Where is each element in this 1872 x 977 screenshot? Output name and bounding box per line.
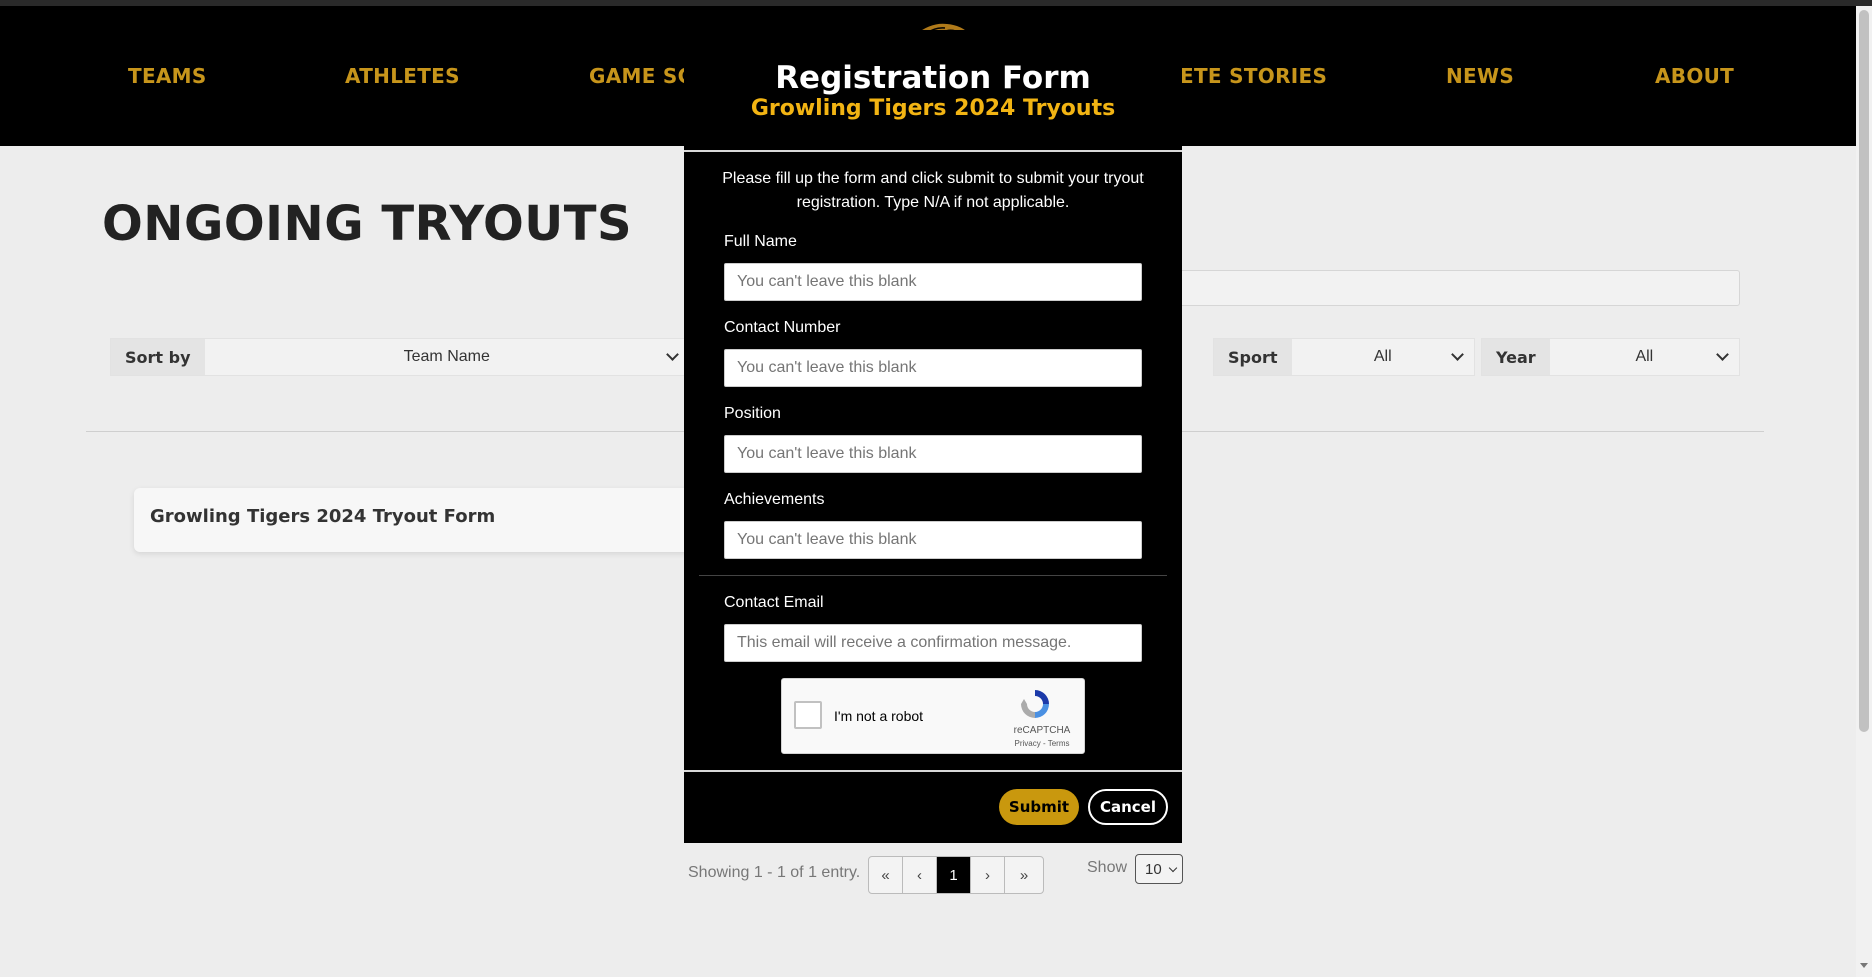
nav-item-athletes[interactable]: ATHLETES: [345, 64, 460, 88]
last-page-button[interactable]: »: [1005, 857, 1043, 893]
full-name-input[interactable]: [724, 263, 1142, 301]
contact-email-input[interactable]: [724, 624, 1142, 662]
sport-filter: Sport All: [1213, 338, 1475, 376]
recaptcha-label: I'm not a robot: [834, 708, 924, 724]
sort-filter-label: Sort by: [111, 339, 205, 375]
submit-button[interactable]: Submit: [999, 789, 1079, 825]
prev-page-button[interactable]: ‹: [903, 857, 937, 893]
achievements-input[interactable]: [724, 521, 1142, 559]
pagination-info: Showing 1 - 1 of 1 entry.: [688, 864, 861, 881]
modal-subtitle: Growling Tigers 2024 Tryouts: [750, 96, 1116, 121]
sport-select[interactable]: All: [1292, 339, 1474, 375]
recaptcha-widget: I'm not a robot reCAPTCHA Privacy - Term…: [781, 678, 1085, 754]
year-filter-label: Year: [1482, 339, 1550, 375]
pagination: « ‹ 1 › »: [868, 856, 1044, 894]
year-select[interactable]: All: [1550, 339, 1739, 375]
year-select-value: All: [1635, 348, 1654, 365]
nav-item-news[interactable]: NEWS: [1446, 64, 1514, 88]
nav-item-about[interactable]: ABOUT: [1655, 64, 1734, 88]
page-title: ONGOING TRYOUTS: [102, 196, 633, 252]
registration-modal: Registration Form Growling Tigers 2024 T…: [684, 30, 1182, 843]
chevron-down-icon: [1451, 348, 1464, 361]
sort-filter: Sort by Team Name: [110, 338, 690, 376]
year-filter: Year All: [1481, 338, 1740, 376]
search-input[interactable]: [1170, 270, 1740, 306]
sport-filter-label: Sport: [1214, 339, 1292, 375]
position-label: Position: [724, 405, 781, 422]
chevron-down-icon: [1716, 348, 1729, 361]
tryout-card-title: Growling Tigers 2024 Tryout Form: [150, 506, 496, 527]
sport-select-value: All: [1373, 348, 1392, 365]
chevron-down-icon: [666, 348, 679, 361]
nav-item-teams[interactable]: TEAMS: [128, 64, 207, 88]
nav-item-athlete-stories[interactable]: ETE STORIES: [1180, 64, 1327, 88]
chevron-down-icon: [1168, 863, 1178, 873]
sort-select[interactable]: Team Name: [205, 339, 689, 375]
modal-header-divider: [684, 150, 1182, 152]
page-button-current[interactable]: 1: [937, 857, 971, 893]
cancel-button[interactable]: Cancel: [1088, 789, 1168, 825]
recaptcha-links[interactable]: Privacy - Terms: [1006, 739, 1078, 748]
achievements-label: Achievements: [724, 491, 825, 508]
contact-email-label: Contact Email: [724, 594, 824, 611]
page-size-label: Show: [1087, 859, 1128, 876]
first-page-button[interactable]: «: [869, 857, 903, 893]
full-name-label: Full Name: [724, 233, 797, 250]
page-size-select[interactable]: 10: [1135, 854, 1183, 884]
tryout-card[interactable]: Growling Tigers 2024 Tryout Form: [134, 488, 694, 552]
sort-select-value: Team Name: [403, 348, 490, 365]
form-instructions: Please fill up the form and click submit…: [722, 170, 1144, 211]
page-size-value: 10: [1145, 860, 1162, 878]
form-section-divider: [699, 575, 1167, 576]
modal-title: Registration Form: [775, 60, 1091, 96]
next-page-button[interactable]: ›: [971, 857, 1005, 893]
scrollbar-thumb[interactable]: [1859, 10, 1869, 732]
recaptcha-brand: reCAPTCHA: [1013, 725, 1071, 736]
recaptcha-checkbox[interactable]: [794, 701, 822, 729]
recaptcha-logo-icon: [1021, 690, 1049, 718]
position-input[interactable]: [724, 435, 1142, 473]
modal-footer-divider: [684, 770, 1182, 772]
contact-number-label: Contact Number: [724, 319, 841, 336]
scroll-down-arrow-icon[interactable]: [1860, 963, 1868, 968]
contact-number-input[interactable]: [724, 349, 1142, 387]
